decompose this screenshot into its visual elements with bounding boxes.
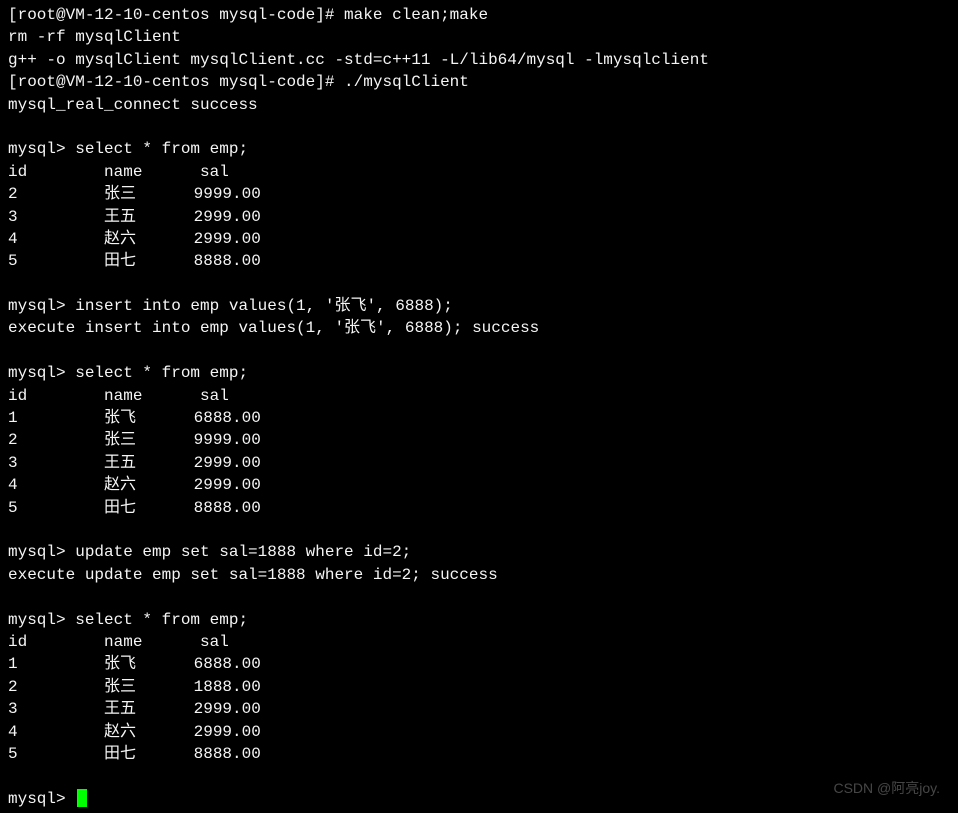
mysql-update: mysql> update emp set sal=1888 where id=… (8, 541, 950, 563)
table-row: 2 张三 9999.00 (8, 429, 950, 451)
blank-line (8, 586, 950, 608)
table-row: 2 张三 9999.00 (8, 183, 950, 205)
table-row: 4 赵六 2999.00 (8, 721, 950, 743)
table-row: 1 张飞 6888.00 (8, 653, 950, 675)
table-row: 1 张飞 6888.00 (8, 407, 950, 429)
table-row: 3 王五 2999.00 (8, 452, 950, 474)
mysql-select-1: mysql> select * from emp; (8, 138, 950, 160)
table-row: id name sal (8, 631, 950, 653)
blank-line (8, 273, 950, 295)
blank-line (8, 519, 950, 541)
mysql-update-result: execute update emp set sal=1888 where id… (8, 564, 950, 586)
blank-line (8, 116, 950, 138)
shell-output: g++ -o mysqlClient mysqlClient.cc -std=c… (8, 49, 950, 71)
table-row: 3 王五 2999.00 (8, 206, 950, 228)
shell-command-make: [root@VM-12-10-centos mysql-code]# make … (8, 4, 950, 26)
table-row: 3 王五 2999.00 (8, 698, 950, 720)
table-row: 5 田七 8888.00 (8, 497, 950, 519)
blank-line (8, 340, 950, 362)
table-row: 4 赵六 2999.00 (8, 474, 950, 496)
shell-output: rm -rf mysqlClient (8, 26, 950, 48)
table-row: id name sal (8, 161, 950, 183)
mysql-prompt-active[interactable]: mysql> (8, 788, 950, 810)
table-row: id name sal (8, 385, 950, 407)
cursor (77, 789, 87, 807)
blank-line (8, 765, 950, 787)
terminal-output[interactable]: [root@VM-12-10-centos mysql-code]# make … (8, 4, 950, 810)
table-row: 2 张三 1888.00 (8, 676, 950, 698)
shell-output: mysql_real_connect success (8, 94, 950, 116)
mysql-insert-result: execute insert into emp values(1, '张飞', … (8, 317, 950, 339)
mysql-insert: mysql> insert into emp values(1, '张飞', 6… (8, 295, 950, 317)
shell-command-run: [root@VM-12-10-centos mysql-code]# ./mys… (8, 71, 950, 93)
mysql-select-2: mysql> select * from emp; (8, 362, 950, 384)
table-row: 5 田七 8888.00 (8, 250, 950, 272)
mysql-select-3: mysql> select * from emp; (8, 609, 950, 631)
table-row: 5 田七 8888.00 (8, 743, 950, 765)
table-row: 4 赵六 2999.00 (8, 228, 950, 250)
